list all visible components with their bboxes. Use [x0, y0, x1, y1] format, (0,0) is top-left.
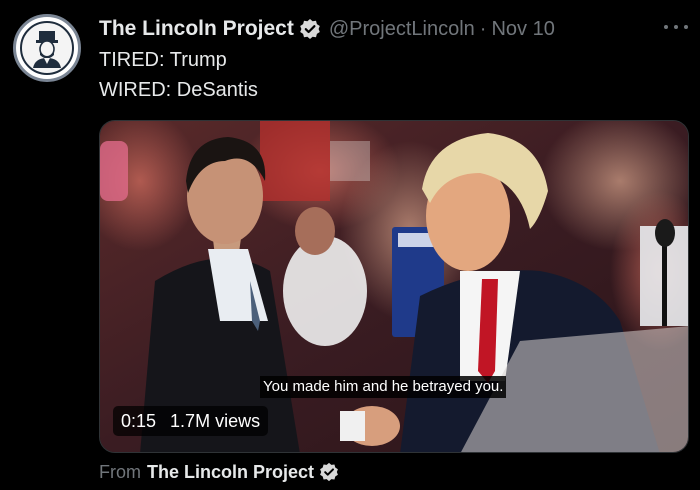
display-name[interactable]: The Lincoln Project — [99, 17, 294, 41]
video-caption: You made him and he betrayed you. — [260, 376, 507, 398]
verified-badge-icon — [319, 462, 339, 482]
source-attribution: From The Lincoln Project — [99, 460, 339, 484]
video-player[interactable] — [99, 120, 689, 453]
tweet-text-line: TIRED: Trump — [99, 49, 227, 71]
source-name[interactable]: The Lincoln Project — [147, 462, 314, 483]
from-label: From — [99, 461, 141, 482]
video-views: 1.7M views — [170, 410, 261, 431]
tweet-date[interactable]: Nov 10 — [491, 18, 554, 41]
handle[interactable]: @ProjectLincoln — [329, 18, 475, 41]
lincoln-portrait-icon — [20, 21, 74, 75]
separator-dot: · — [479, 17, 487, 40]
video-meta-badge: 0:15 1.7M views — [113, 406, 269, 436]
verified-badge-icon — [299, 18, 321, 40]
more-options-icon[interactable] — [664, 18, 688, 36]
tweet[interactable]: The Lincoln Project @ProjectLincoln · No… — [0, 0, 700, 490]
tweet-text-line: WIRED: DeSantis — [99, 79, 258, 101]
tweet-header: The Lincoln Project @ProjectLincoln · No… — [99, 15, 555, 43]
avatar[interactable] — [13, 14, 81, 82]
video-frame — [100, 121, 688, 452]
video-duration: 0:15 — [121, 410, 157, 431]
